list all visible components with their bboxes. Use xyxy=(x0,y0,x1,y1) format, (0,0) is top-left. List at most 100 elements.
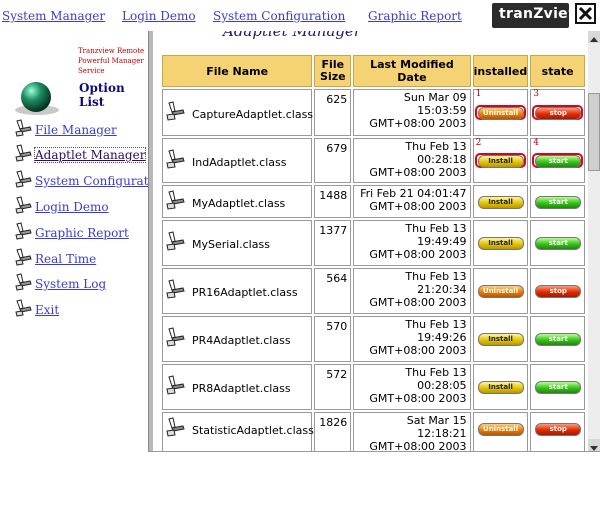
installed-cell: Install xyxy=(472,316,529,362)
scroll-pointer-icon xyxy=(15,248,32,266)
nav-system-manager[interactable]: System Manager xyxy=(2,9,105,23)
file-size-cell: 1488 xyxy=(314,185,352,218)
install-button[interactable]: Install xyxy=(477,381,524,394)
install-button[interactable]: Install xyxy=(477,333,524,346)
state-cell: stop xyxy=(530,412,585,451)
install-button[interactable]: Install xyxy=(477,196,524,209)
installed-cell: Uninstall xyxy=(472,268,529,314)
sidebar-item-label: Exit xyxy=(35,303,60,317)
start-button[interactable]: start xyxy=(535,381,582,394)
table-row: IndAdaptlet.class 679 Thu Feb 13 00:28:18 GM… xyxy=(162,138,585,183)
logo-text: tranZview xyxy=(499,6,582,22)
start-button[interactable]: start xyxy=(535,196,582,209)
scroll-thumb[interactable] xyxy=(588,93,600,171)
top-nav-bar: System Manager Login Demo System Configu… xyxy=(0,0,600,31)
close-button[interactable] xyxy=(575,3,596,24)
last-modified-cell: Fri Feb 21 04:01:47 GMT+08:00 2003 xyxy=(353,185,471,218)
col-file-name: File Name xyxy=(162,55,313,87)
last-modified-cell: Thu Feb 13 21:20:34 GMT+08:00 2003 xyxy=(353,268,471,314)
file-name[interactable]: StatisticAdaptlet.class xyxy=(192,424,314,437)
nav-system-configuration[interactable]: System Configuration xyxy=(213,9,345,23)
class-file-icon xyxy=(166,149,185,169)
date-line: Thu Feb 13 xyxy=(405,318,467,331)
date-line: Thu Feb 13 xyxy=(405,366,467,379)
tagline-line-1: Tranzview Remote xyxy=(78,47,145,55)
nav-graphic-report[interactable]: Graphic Report xyxy=(368,9,462,23)
scroll-pointer-icon xyxy=(15,222,32,240)
date-line: GMT+08:00 2003 xyxy=(369,200,467,213)
state-cell: start xyxy=(530,220,585,266)
file-size-cell: 570 xyxy=(314,316,352,362)
stop-button[interactable]: stop xyxy=(535,423,582,436)
date-line: Thu Feb 13 xyxy=(405,270,467,283)
table-row: CaptureAdaptlet.class 625 Sun Mar 09 15:03:… xyxy=(162,89,585,136)
class-file-icon xyxy=(166,231,185,251)
start-button[interactable]: start xyxy=(535,155,582,168)
vertical-scrollbar[interactable] xyxy=(588,31,600,451)
table-row: PR16Adaptlet.class 564 Thu Feb 13 21:20:34 G… xyxy=(162,268,585,314)
bottom-area xyxy=(148,451,600,512)
file-name[interactable]: IndAdaptlet.class xyxy=(192,156,287,169)
date-line: 00:28:18 xyxy=(417,153,467,166)
date-line: GMT+08:00 2003 xyxy=(369,344,467,357)
tagline-line-2: Powerful Manager xyxy=(78,57,144,65)
file-name[interactable]: PR16Adaptlet.class xyxy=(192,286,298,299)
file-size-cell: 1377 xyxy=(314,220,352,266)
nav-login-demo[interactable]: Login Demo xyxy=(122,9,196,23)
sidebar-item-label: System Log xyxy=(35,277,107,291)
col-installed: installed xyxy=(472,55,529,87)
class-file-icon xyxy=(166,327,185,347)
scroll-pointer-icon xyxy=(15,119,32,137)
start-button[interactable]: start xyxy=(535,333,582,346)
stop-button[interactable]: stop xyxy=(535,285,582,298)
table-row: PR8Adaptlet.class 572 Thu Feb 13 00:28:05 GM… xyxy=(162,364,585,410)
stop-button[interactable]: stop xyxy=(535,107,582,120)
table-row: MyAdaptlet.class 1488 Fri Feb 21 04:01:47 G… xyxy=(162,185,585,218)
file-size-cell: 679 xyxy=(314,138,352,183)
install-button[interactable]: Install xyxy=(477,155,524,168)
file-name[interactable]: PR4Adaptlet.class xyxy=(192,334,291,347)
uninstall-button[interactable]: Uninstall xyxy=(477,423,524,436)
file-size-cell: 572 xyxy=(314,364,352,410)
file-name-cell: PR16Adaptlet.class xyxy=(162,268,313,314)
scroll-pointer-icon xyxy=(15,144,32,162)
table-row: MySerial.class 1377 Thu Feb 13 19:49:49 GMT+… xyxy=(162,220,585,266)
step-marker: 1 xyxy=(475,89,482,99)
state-cell: stop xyxy=(530,268,585,314)
sphere-logo-icon xyxy=(15,82,59,115)
col-file-size: File Size xyxy=(314,55,352,87)
file-name[interactable]: PR8Adaptlet.class xyxy=(192,382,291,395)
date-line: Sat Mar 15 12:18:21 xyxy=(406,414,467,440)
file-name[interactable]: MySerial.class xyxy=(192,238,270,251)
scroll-up-icon[interactable] xyxy=(588,31,600,43)
tranzview-logo: tranZview xyxy=(492,3,581,28)
class-file-icon xyxy=(166,375,185,395)
uninstall-button[interactable]: Uninstall xyxy=(477,285,524,298)
last-modified-cell: Thu Feb 13 00:28:18 GMT+08:00 2003 xyxy=(353,138,471,183)
date-line: Fri Feb 21 04:01:47 xyxy=(360,187,467,200)
close-icon xyxy=(578,6,593,21)
date-line: Thu Feb 13 xyxy=(405,140,467,153)
file-name-cell: MyAdaptlet.class xyxy=(162,185,313,218)
start-button[interactable]: start xyxy=(535,237,582,250)
date-line: GMT+08:00 2003 xyxy=(369,248,467,261)
scroll-down-icon[interactable] xyxy=(588,439,600,451)
installed-cell: Install xyxy=(472,185,529,218)
last-modified-cell: Sat Mar 15 12:18:21 GMT+08:00 2003 xyxy=(353,412,471,451)
file-name[interactable]: MyAdaptlet.class xyxy=(192,197,285,210)
col-last-modified: Last Modified Date xyxy=(353,55,471,87)
state-cell: 4 start xyxy=(530,138,585,183)
date-line: 19:49:26 xyxy=(417,331,467,344)
last-modified-cell: Sun Mar 09 15:03:59 GMT+08:00 2003 xyxy=(353,89,471,136)
uninstall-button[interactable]: Uninstall xyxy=(477,107,524,120)
file-name[interactable]: CaptureAdaptlet.class xyxy=(192,108,313,121)
page-title: Adaptlet Manager xyxy=(223,31,362,40)
installed-cell: 1 Uninstall xyxy=(472,89,529,136)
step-marker: 4 xyxy=(533,138,540,148)
step-marker: 2 xyxy=(475,138,482,148)
step-marker: 3 xyxy=(533,89,540,99)
class-file-icon xyxy=(166,279,185,299)
install-button[interactable]: Install xyxy=(477,237,524,250)
date-line: Sun Mar 09 xyxy=(403,91,467,104)
sidebar-item-label: Real Time xyxy=(35,252,97,266)
